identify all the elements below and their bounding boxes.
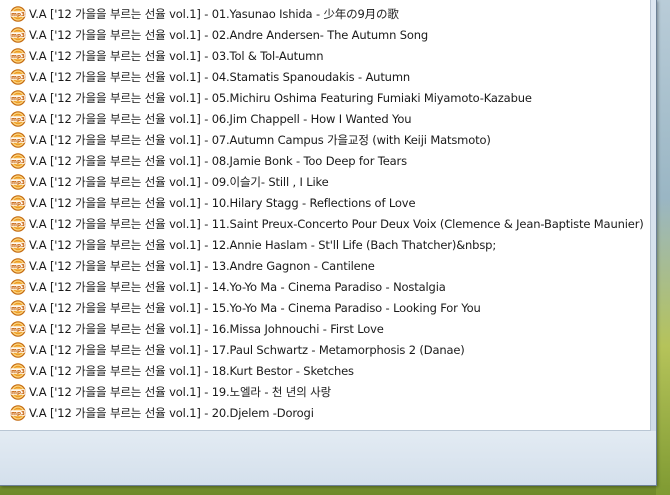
file-name: V.A ['12 가을을 부르는 선율 vol.1] - 11.Saint Pr… [29, 216, 644, 231]
svg-text:mp3: mp3 [11, 263, 25, 269]
svg-text:mp3: mp3 [11, 32, 25, 38]
svg-text:mp3: mp3 [11, 179, 25, 185]
svg-text:mp3: mp3 [11, 326, 25, 332]
file-list-item[interactable]: mp3 V.A ['12 가을을 부르는 선율 vol.1] - 01.Yasu… [0, 3, 644, 24]
file-name: V.A ['12 가을을 부르는 선율 vol.1] - 01.Yasunao … [29, 6, 399, 21]
file-list-pane: mp3 V.A ['12 가을을 부르는 선율 vol.1] - 01.Yasu… [0, 0, 651, 431]
file-name: V.A ['12 가을을 부르는 선율 vol.1] - 05.Michiru … [29, 90, 532, 105]
file-name: V.A ['12 가을을 부르는 선율 vol.1] - 02.Andre An… [29, 27, 429, 42]
file-name: V.A ['12 가을을 부르는 선율 vol.1] - 15.Yo-Yo Ma… [29, 300, 481, 315]
file-name: V.A ['12 가을을 부르는 선율 vol.1] - 18.Kurt Bes… [29, 363, 354, 378]
mp3-file-icon: mp3 [10, 257, 26, 274]
file-list-item[interactable]: mp3 V.A ['12 가을을 부르는 선율 vol.1] - 12.Anni… [0, 234, 644, 255]
svg-text:mp3: mp3 [11, 347, 25, 353]
svg-text:mp3: mp3 [11, 200, 25, 206]
file-list-item[interactable]: mp3 V.A ['12 가을을 부르는 선율 vol.1] - 05.Mich… [0, 87, 644, 108]
file-list-item[interactable]: mp3 V.A ['12 가을을 부르는 선율 vol.1] - 04.Stam… [0, 66, 644, 87]
file-list-item[interactable]: mp3 V.A ['12 가을을 부르는 선율 vol.1] - 07.Autu… [0, 129, 644, 150]
file-name: V.A ['12 가을을 부르는 선율 vol.1] - 13.Andre Ga… [29, 258, 375, 273]
mp3-file-icon: mp3 [10, 215, 26, 232]
file-list-item[interactable]: mp3 V.A ['12 가을을 부르는 선율 vol.1] - 18.Kurt… [0, 360, 644, 381]
mp3-file-icon: mp3 [10, 278, 26, 295]
file-list-item[interactable]: mp3 V.A ['12 가을을 부르는 선율 vol.1] - 20.Djel… [0, 402, 644, 423]
mp3-file-icon: mp3 [10, 299, 26, 316]
mp3-file-icon: mp3 [10, 152, 26, 169]
svg-text:mp3: mp3 [11, 242, 25, 248]
file-list-item[interactable]: mp3 V.A ['12 가을을 부르는 선율 vol.1] - 17.Paul… [0, 339, 644, 360]
window-frame-bottom [0, 431, 656, 485]
mp3-file-icon: mp3 [10, 173, 26, 190]
file-list-item[interactable]: mp3 V.A ['12 가을을 부르는 선율 vol.1] - 11.Sain… [0, 213, 644, 234]
mp3-file-icon: mp3 [10, 194, 26, 211]
svg-text:mp3: mp3 [11, 74, 25, 80]
file-name: V.A ['12 가을을 부르는 선율 vol.1] - 03.Tol & To… [29, 48, 324, 63]
mp3-file-icon: mp3 [10, 320, 26, 337]
mp3-file-icon: mp3 [10, 341, 26, 358]
file-list: mp3 V.A ['12 가을을 부르는 선율 vol.1] - 01.Yasu… [0, 3, 644, 423]
file-list-item[interactable]: mp3 V.A ['12 가을을 부르는 선율 vol.1] - 08.Jami… [0, 150, 644, 171]
svg-text:mp3: mp3 [11, 221, 25, 227]
svg-text:mp3: mp3 [11, 368, 25, 374]
file-name: V.A ['12 가을을 부르는 선율 vol.1] - 19.노엘라 - 천 … [29, 384, 332, 399]
file-list-item[interactable]: mp3 V.A ['12 가을을 부르는 선율 vol.1] - 03.Tol … [0, 45, 644, 66]
file-list-item[interactable]: mp3 V.A ['12 가을을 부르는 선율 vol.1] - 16.Miss… [0, 318, 644, 339]
mp3-file-icon: mp3 [10, 5, 26, 22]
svg-text:mp3: mp3 [11, 158, 25, 164]
file-name: V.A ['12 가을을 부르는 선율 vol.1] - 06.Jim Chap… [29, 111, 412, 126]
mp3-file-icon: mp3 [10, 236, 26, 253]
svg-text:mp3: mp3 [11, 389, 25, 395]
file-list-item[interactable]: mp3 V.A ['12 가을을 부르는 선율 vol.1] - 19.노엘라 … [0, 381, 644, 402]
mp3-file-icon: mp3 [10, 89, 26, 106]
desktop-wallpaper [656, 0, 670, 495]
file-name: V.A ['12 가을을 부르는 선율 vol.1] - 14.Yo-Yo Ma… [29, 279, 446, 294]
explorer-window: mp3 V.A ['12 가을을 부르는 선율 vol.1] - 01.Yasu… [0, 0, 657, 486]
svg-text:mp3: mp3 [11, 410, 25, 416]
svg-text:mp3: mp3 [11, 11, 25, 17]
file-list-item[interactable]: mp3 V.A ['12 가을을 부르는 선율 vol.1] - 14.Yo-Y… [0, 276, 644, 297]
file-name: V.A ['12 가을을 부르는 선율 vol.1] - 09.이슬기- Sti… [29, 174, 329, 189]
file-list-item[interactable]: mp3 V.A ['12 가을을 부르는 선율 vol.1] - 02.Andr… [0, 24, 644, 45]
file-name: V.A ['12 가을을 부르는 선율 vol.1] - 20.Djelem -… [29, 405, 314, 420]
mp3-file-icon: mp3 [10, 362, 26, 379]
file-name: V.A ['12 가을을 부르는 선율 vol.1] - 12.Annie Ha… [29, 237, 497, 252]
file-list-item[interactable]: mp3 V.A ['12 가을을 부르는 선율 vol.1] - 15.Yo-Y… [0, 297, 644, 318]
mp3-file-icon: mp3 [10, 404, 26, 421]
mp3-file-icon: mp3 [10, 26, 26, 43]
file-name: V.A ['12 가을을 부르는 선율 vol.1] - 08.Jamie Bo… [29, 153, 407, 168]
file-name: V.A ['12 가을을 부르는 선율 vol.1] - 17.Paul Sch… [29, 342, 465, 357]
svg-text:mp3: mp3 [11, 95, 25, 101]
file-list-item[interactable]: mp3 V.A ['12 가을을 부르는 선율 vol.1] - 09.이슬기-… [0, 171, 644, 192]
svg-text:mp3: mp3 [11, 53, 25, 59]
mp3-file-icon: mp3 [10, 110, 26, 127]
mp3-file-icon: mp3 [10, 383, 26, 400]
file-list-item[interactable]: mp3 V.A ['12 가을을 부르는 선율 vol.1] - 06.Jim … [0, 108, 644, 129]
svg-text:mp3: mp3 [11, 305, 25, 311]
svg-text:mp3: mp3 [11, 137, 25, 143]
file-name: V.A ['12 가을을 부르는 선율 vol.1] - 10.Hilary S… [29, 195, 416, 210]
svg-text:mp3: mp3 [11, 116, 25, 122]
file-name: V.A ['12 가을을 부르는 선율 vol.1] - 04.Stamatis… [29, 69, 411, 84]
mp3-file-icon: mp3 [10, 47, 26, 64]
file-name: V.A ['12 가을을 부르는 선율 vol.1] - 07.Autumn C… [29, 132, 491, 147]
file-list-item[interactable]: mp3 V.A ['12 가을을 부르는 선율 vol.1] - 10.Hila… [0, 192, 644, 213]
mp3-file-icon: mp3 [10, 131, 26, 148]
file-name: V.A ['12 가을을 부르는 선율 vol.1] - 16.Missa Jo… [29, 321, 384, 336]
file-list-item[interactable]: mp3 V.A ['12 가을을 부르는 선율 vol.1] - 13.Andr… [0, 255, 644, 276]
mp3-file-icon: mp3 [10, 68, 26, 85]
svg-text:mp3: mp3 [11, 284, 25, 290]
